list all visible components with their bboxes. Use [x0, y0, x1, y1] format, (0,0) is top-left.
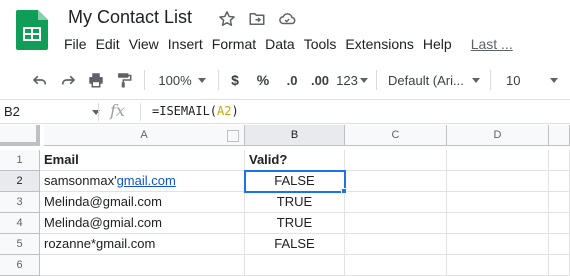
cell-c4[interactable]	[345, 213, 447, 234]
cell-e4[interactable]	[549, 213, 570, 234]
formula-bar-divider	[98, 103, 99, 121]
cell-a1[interactable]: Email	[40, 150, 245, 171]
row-header-2[interactable]: 2	[0, 171, 40, 192]
paint-format-icon[interactable]	[112, 64, 136, 96]
zoom-chevron-down-icon	[197, 77, 206, 83]
menu-extensions[interactable]: Extensions	[341, 36, 417, 52]
menu-tools[interactable]: Tools	[300, 36, 341, 52]
row-header-3[interactable]: 3	[0, 192, 40, 213]
redo-icon[interactable]	[56, 64, 80, 96]
percent-format-button[interactable]: %	[252, 64, 274, 96]
cell-b6[interactable]	[245, 255, 345, 276]
sheets-logo-icon[interactable]	[16, 10, 48, 50]
cell-d5[interactable]	[447, 234, 549, 255]
formula-cell-reference: A2	[217, 104, 232, 118]
undo-icon[interactable]	[28, 64, 52, 96]
toolbar-divider	[490, 70, 491, 90]
more-formats-chevron-down-icon	[359, 77, 368, 83]
increase-decimal-button[interactable]: .00	[306, 64, 334, 96]
column-filter-icon[interactable]	[227, 130, 239, 142]
move-to-folder-icon[interactable]	[248, 10, 266, 28]
cell-e1[interactable]	[549, 150, 570, 171]
cell-e2[interactable]	[549, 171, 570, 192]
cell-b3[interactable]: TRUE	[245, 192, 345, 213]
cell-e5[interactable]	[549, 234, 570, 255]
menu-file[interactable]: File	[60, 36, 91, 52]
spreadsheet-grid: A B C D 1 2 3 4 5 6 Email Valid? samsonm…	[0, 125, 570, 276]
menu-bar: File Edit View Insert Format Data Tools Extensi…	[60, 36, 518, 54]
cell-d2[interactable]	[447, 171, 549, 192]
name-box[interactable]: B2	[4, 104, 20, 119]
font-value: Default (Ari...	[388, 72, 464, 88]
cell-c1[interactable]	[345, 150, 447, 171]
decrease-decimal-label: .0	[286, 72, 298, 88]
increase-decimal-label: .00	[310, 72, 330, 88]
cell-c2[interactable]	[345, 171, 447, 192]
column-header-d[interactable]: D	[447, 125, 549, 146]
menu-edit[interactable]: Edit	[92, 36, 124, 52]
font-size-value: 10	[506, 72, 521, 88]
last-edit-link[interactable]: Last ...	[467, 36, 517, 52]
cell-b4[interactable]: TRUE	[245, 213, 345, 234]
cell-d4[interactable]	[447, 213, 549, 234]
fx-icon: fx	[110, 101, 125, 120]
more-formats-button[interactable]: 123	[336, 64, 368, 96]
cell-a2-link[interactable]: gmail.com	[117, 173, 176, 188]
row-header-6[interactable]: 6	[0, 255, 40, 276]
cell-a4[interactable]: Melinda@gmial.com	[40, 213, 245, 234]
zoom-select[interactable]: 100%	[152, 64, 212, 96]
column-header-c[interactable]: C	[345, 125, 447, 146]
menu-view[interactable]: View	[125, 36, 163, 52]
font-size-chevron-down-icon	[550, 77, 559, 83]
cell-a5[interactable]: rozanne*gmail.com	[40, 234, 245, 255]
formula-function: =ISEMAIL(	[152, 104, 218, 118]
decrease-decimal-button[interactable]: .0	[279, 64, 305, 96]
cell-e3[interactable]	[549, 192, 570, 213]
star-icon[interactable]	[218, 10, 236, 28]
cell-b1[interactable]: Valid?	[245, 150, 345, 171]
menu-format[interactable]: Format	[208, 36, 260, 52]
cell-c3[interactable]	[345, 192, 447, 213]
cell-d3[interactable]	[447, 192, 549, 213]
cell-a2-text: samsonmax'	[44, 173, 117, 188]
cloud-saved-icon[interactable]	[278, 10, 296, 28]
cell-d6[interactable]	[447, 255, 549, 276]
formula-input[interactable]: =ISEMAIL(A2)	[152, 104, 239, 118]
document-title[interactable]: My Contact List	[68, 7, 192, 28]
menu-help[interactable]: Help	[419, 36, 456, 52]
cell-a2[interactable]: samsonmax'gmail.com	[40, 171, 245, 192]
more-formats-label: 123	[336, 72, 358, 88]
column-header-e[interactable]	[549, 125, 570, 146]
formula-bar: B2 fx =ISEMAIL(A2)	[0, 99, 570, 124]
formula-bar-divider	[140, 103, 141, 121]
cell-d1[interactable]	[447, 150, 549, 171]
cell-c6[interactable]	[345, 255, 447, 276]
formula-close-paren: )	[231, 104, 239, 118]
toolbar-divider	[376, 70, 377, 90]
row-header-5[interactable]: 5	[0, 234, 40, 255]
cell-a3[interactable]: Melinda@gmail.com	[40, 192, 245, 213]
font-select[interactable]: Default (Ari...	[388, 64, 484, 96]
row-header-4[interactable]: 4	[0, 213, 40, 234]
cell-a6[interactable]	[40, 255, 245, 276]
cell-c5[interactable]	[345, 234, 447, 255]
zoom-value: 100%	[158, 72, 192, 88]
fill-handle[interactable]	[341, 188, 347, 194]
select-all-corner[interactable]	[0, 125, 40, 146]
column-header-a[interactable]: A	[44, 125, 245, 146]
toolbar-divider	[144, 70, 145, 90]
cell-b2[interactable]: FALSE	[245, 171, 345, 192]
currency-format-button[interactable]: $	[224, 64, 246, 96]
toolbar-divider	[218, 70, 219, 90]
toolbar: 100% $ % .0 .00 123 Default (Ari... 10	[0, 64, 570, 96]
cell-b5[interactable]: FALSE	[245, 234, 345, 255]
menu-insert[interactable]: Insert	[164, 36, 207, 52]
cell-e6[interactable]	[549, 255, 570, 276]
menu-data[interactable]: Data	[261, 36, 299, 52]
font-size-select[interactable]: 10	[498, 64, 560, 96]
row-header-1[interactable]: 1	[0, 150, 40, 171]
column-header-b[interactable]: B	[245, 125, 345, 146]
font-chevron-down-icon	[471, 77, 480, 83]
print-icon[interactable]	[84, 64, 108, 96]
